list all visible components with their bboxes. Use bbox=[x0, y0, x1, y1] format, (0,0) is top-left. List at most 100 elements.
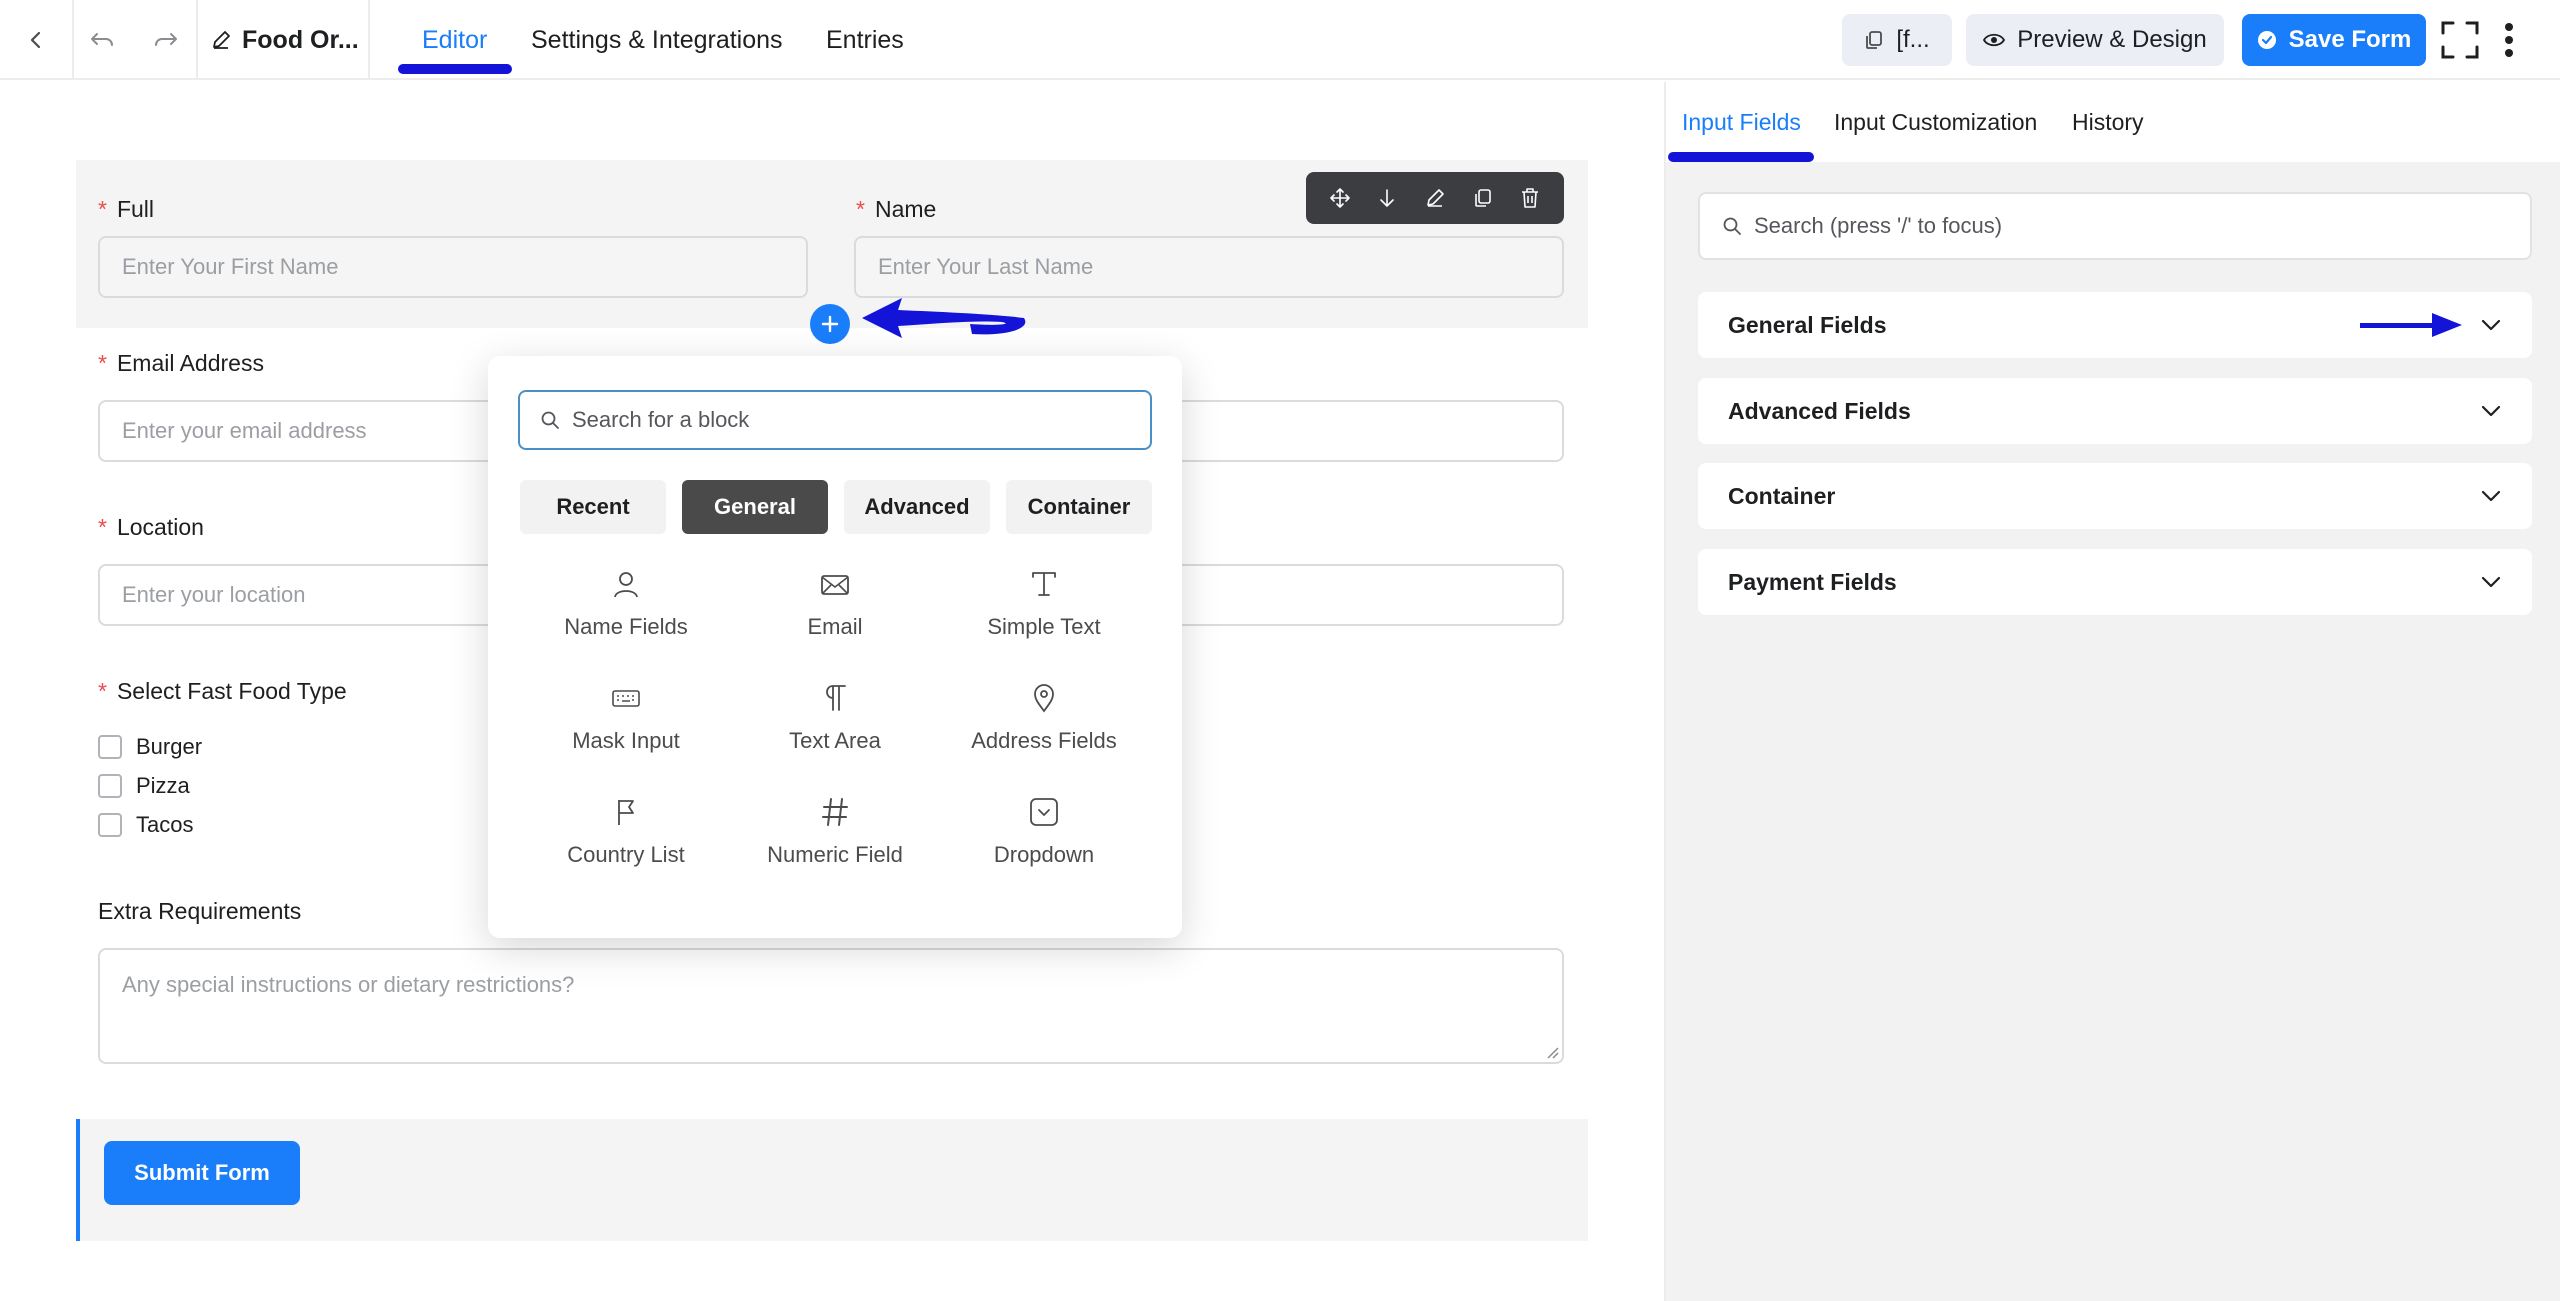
picker-tab-container[interactable]: Container bbox=[1006, 480, 1152, 534]
resize-handle-icon[interactable] bbox=[1544, 1044, 1560, 1060]
chevron-down-icon bbox=[2481, 319, 2501, 331]
fullscreen-button[interactable] bbox=[2440, 0, 2480, 80]
redo-button[interactable] bbox=[140, 0, 192, 80]
block-simple-text[interactable]: Simple Text bbox=[934, 566, 1154, 656]
block-mask-input[interactable]: Mask Input bbox=[516, 680, 736, 770]
search-icon bbox=[1723, 217, 1741, 235]
move-icon bbox=[1329, 188, 1350, 208]
checkbox-pizza[interactable]: Pizza bbox=[98, 773, 190, 799]
preview-label: Preview & Design bbox=[2017, 26, 2207, 53]
top-bar: Food Or... Editor Settings & Integration… bbox=[0, 0, 2560, 80]
extra-requirements-label: Extra Requirements bbox=[98, 898, 302, 924]
shortcode-button[interactable]: [f... bbox=[1842, 14, 1952, 66]
shortcode-label: [f... bbox=[1896, 26, 1930, 53]
sidebar-tabs: Input Fields Input Customization History bbox=[1666, 82, 2560, 162]
preview-design-button[interactable]: Preview & Design bbox=[1966, 14, 2224, 66]
undo-icon bbox=[91, 33, 113, 46]
input-fields-annotation-underline bbox=[1668, 152, 1814, 162]
block-text-area[interactable]: Text Area bbox=[725, 680, 945, 770]
checkbox-burger[interactable]: Burger bbox=[98, 734, 202, 760]
divider bbox=[368, 0, 370, 80]
chevron-down-icon bbox=[2481, 576, 2501, 588]
checkbox[interactable] bbox=[98, 813, 122, 837]
tab-input-fields[interactable]: Input Fields bbox=[1682, 82, 1801, 162]
chevron-left-icon bbox=[30, 31, 41, 49]
form-title-text: Food Or... bbox=[242, 25, 359, 54]
first-name-input[interactable]: Enter Your First Name bbox=[98, 236, 808, 298]
last-name-label: * Name bbox=[856, 196, 937, 222]
keyboard-icon bbox=[608, 680, 644, 716]
move-button[interactable] bbox=[1324, 182, 1356, 214]
form-title[interactable]: Food Or... bbox=[210, 0, 359, 80]
field-action-toolbar bbox=[1306, 172, 1564, 224]
search-icon bbox=[541, 411, 559, 429]
pencil-icon bbox=[213, 31, 230, 49]
flag-icon bbox=[608, 794, 644, 830]
dropdown-icon bbox=[1026, 794, 1062, 830]
block-search-input[interactable]: Search for a block bbox=[518, 390, 1152, 450]
block-email[interactable]: Email bbox=[725, 566, 945, 656]
add-field-button[interactable] bbox=[810, 304, 850, 344]
tab-input-customization[interactable]: Input Customization bbox=[1834, 82, 2037, 162]
redo-icon bbox=[155, 33, 177, 46]
plus-icon bbox=[821, 315, 839, 333]
field-search-input[interactable]: Search (press '/' to focus) bbox=[1698, 192, 2532, 260]
back-button[interactable] bbox=[0, 0, 72, 80]
checkbox-tacos[interactable]: Tacos bbox=[98, 812, 193, 838]
checkbox[interactable] bbox=[98, 774, 122, 798]
picker-tab-advanced[interactable]: Advanced bbox=[844, 480, 990, 534]
submit-button-container: Submit Form bbox=[76, 1119, 1588, 1241]
move-down-button[interactable] bbox=[1371, 182, 1403, 214]
checkbox[interactable] bbox=[98, 735, 122, 759]
email-label: * Email Address bbox=[98, 350, 264, 376]
extra-requirements-textarea[interactable]: Any special instructions or dietary rest… bbox=[98, 948, 1564, 1064]
block-picker-popup: Search for a block Recent General Advanc… bbox=[488, 356, 1182, 938]
text-icon bbox=[1026, 566, 1062, 602]
section-advanced-fields[interactable]: Advanced Fields bbox=[1698, 378, 2532, 444]
annotation-arrow-right bbox=[2360, 313, 2462, 337]
copy-icon bbox=[1866, 31, 1883, 49]
picker-tab-general[interactable]: General bbox=[682, 480, 828, 534]
section-payment-fields[interactable]: Payment Fields bbox=[1698, 549, 2532, 615]
location-label: * Location bbox=[98, 514, 204, 540]
section-general-fields[interactable]: General Fields bbox=[1698, 292, 2532, 358]
save-label: Save Form bbox=[2288, 26, 2412, 53]
envelope-icon bbox=[817, 566, 853, 602]
tab-history[interactable]: History bbox=[2072, 82, 2144, 162]
person-icon bbox=[608, 566, 644, 602]
map-pin-icon bbox=[1026, 680, 1062, 716]
undo-button[interactable] bbox=[76, 0, 128, 80]
vertical-dots-icon bbox=[2505, 23, 2513, 57]
block-dropdown[interactable]: Dropdown bbox=[934, 794, 1154, 884]
delete-field-button[interactable] bbox=[1514, 182, 1546, 214]
paragraph-icon bbox=[817, 680, 853, 716]
arrow-down-icon bbox=[1380, 189, 1395, 207]
block-search-placeholder: Search for a block bbox=[572, 407, 750, 432]
section-container[interactable]: Container bbox=[1698, 463, 2532, 529]
food-type-label: * Select Fast Food Type bbox=[98, 678, 347, 704]
check-circle-icon bbox=[2257, 31, 2276, 49]
annotation-arrow-left bbox=[862, 298, 1026, 338]
picker-tab-recent[interactable]: Recent bbox=[520, 480, 666, 534]
block-numeric-field[interactable]: Numeric Field bbox=[725, 794, 945, 884]
block-address-fields[interactable]: Address Fields bbox=[934, 680, 1154, 770]
duplicate-field-button[interactable] bbox=[1467, 182, 1499, 214]
divider bbox=[72, 0, 74, 80]
divider bbox=[196, 0, 198, 80]
fullscreen-icon bbox=[2441, 21, 2479, 59]
field-search-placeholder: Search (press '/' to focus) bbox=[1754, 213, 2003, 238]
edit-field-button[interactable] bbox=[1419, 182, 1451, 214]
copy-icon bbox=[1474, 189, 1491, 207]
tab-settings-integrations[interactable]: Settings & Integrations bbox=[531, 0, 783, 80]
editor-annotation-underline bbox=[398, 64, 512, 74]
more-options-button[interactable] bbox=[2494, 0, 2524, 80]
hash-icon bbox=[817, 794, 853, 830]
save-form-button[interactable]: Save Form bbox=[2242, 14, 2426, 66]
block-name-fields[interactable]: Name Fields bbox=[516, 566, 736, 656]
submit-form-button[interactable]: Submit Form bbox=[104, 1141, 300, 1205]
block-country-list[interactable]: Country List bbox=[516, 794, 736, 884]
tab-entries[interactable]: Entries bbox=[826, 0, 904, 80]
pencil-icon bbox=[1427, 189, 1444, 207]
last-name-input[interactable]: Enter Your Last Name bbox=[854, 236, 1564, 298]
trash-icon bbox=[1522, 188, 1539, 208]
